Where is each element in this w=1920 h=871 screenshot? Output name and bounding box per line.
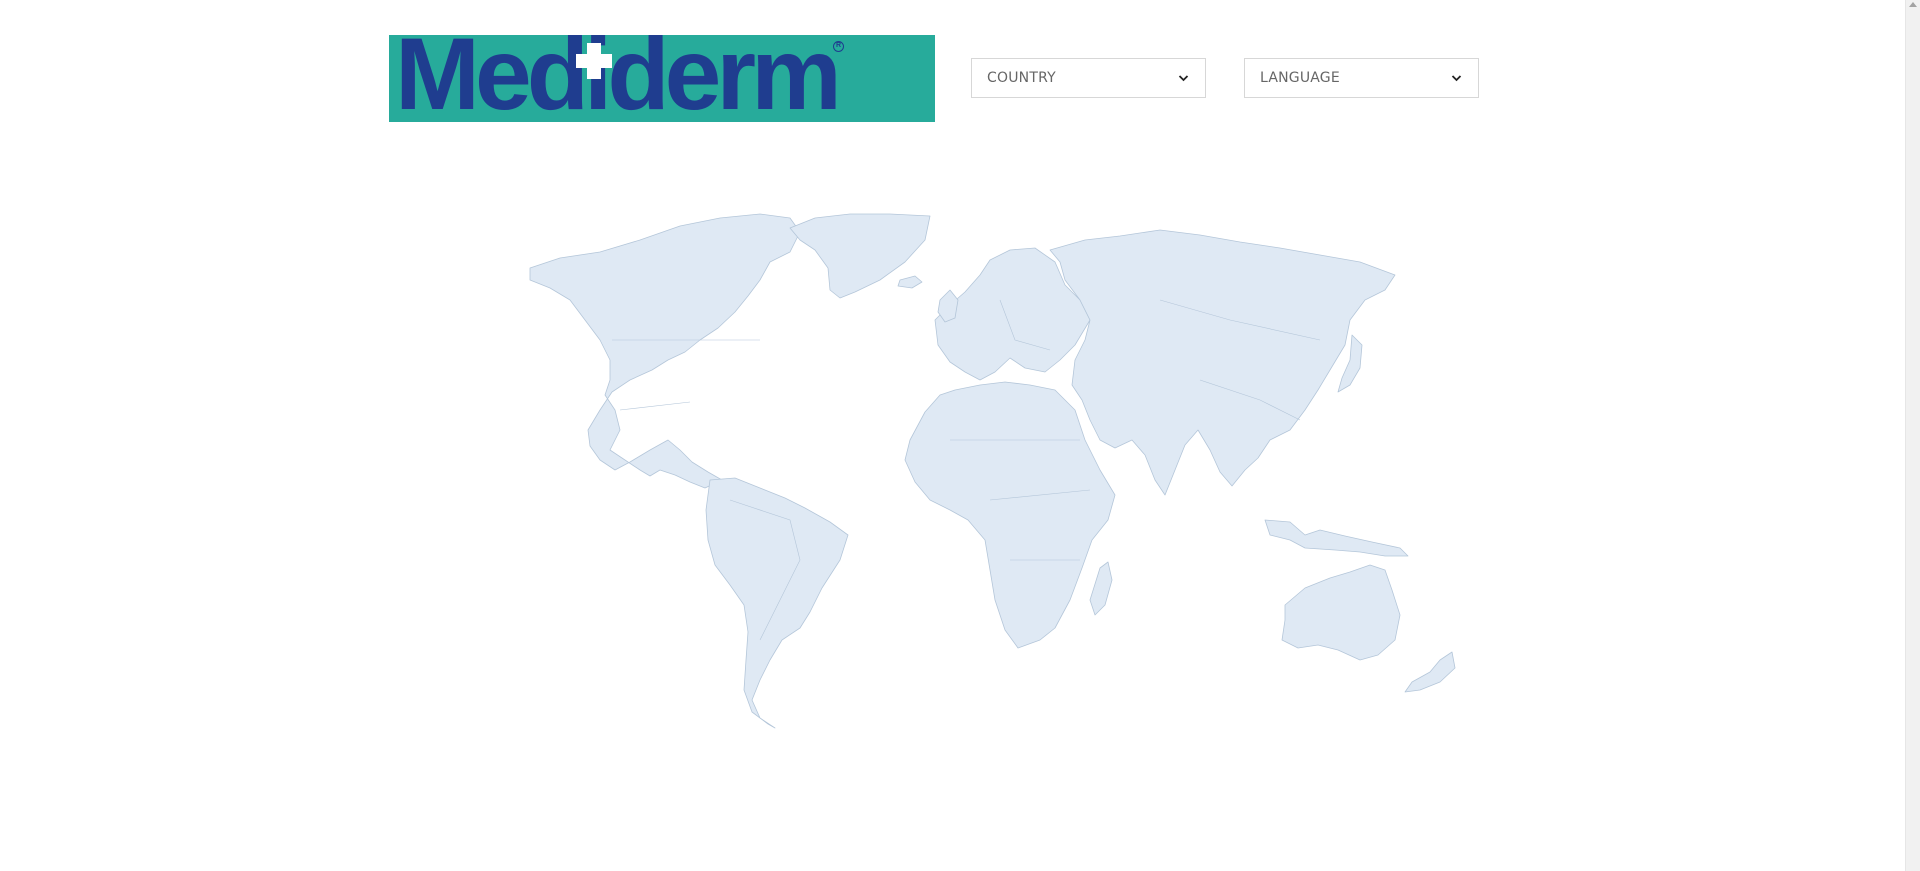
scroll-up-icon[interactable]: [1909, 2, 1917, 7]
region-australia[interactable]: [1281, 564, 1401, 661]
vertical-scrollbar[interactable]: [1905, 0, 1920, 871]
mediderm-logo[interactable]: Mediderm R: [389, 35, 935, 122]
country-select-label: COUNTRY: [987, 70, 1056, 86]
region-madagascar[interactable]: [1089, 561, 1113, 616]
chevron-down-icon: [1178, 75, 1189, 82]
region-africa[interactable]: [904, 381, 1116, 649]
map-continents: [529, 213, 1456, 729]
region-new-zealand[interactable]: [1404, 651, 1456, 693]
region-asia[interactable]: [1049, 229, 1396, 496]
medical-cross-icon: [576, 43, 612, 79]
region-north-america[interactable]: [529, 213, 801, 489]
country-select[interactable]: COUNTRY: [971, 58, 1206, 98]
language-select-label: LANGUAGE: [1260, 70, 1340, 86]
logo-wordmark: Mediderm: [395, 35, 842, 122]
region-indonesia[interactable]: [1264, 519, 1409, 557]
world-map[interactable]: [400, 200, 1500, 740]
chevron-down-icon: [1451, 75, 1462, 82]
registered-mark-icon: R: [833, 41, 844, 52]
region-iceland[interactable]: [897, 275, 923, 289]
language-select[interactable]: LANGUAGE: [1244, 58, 1479, 98]
